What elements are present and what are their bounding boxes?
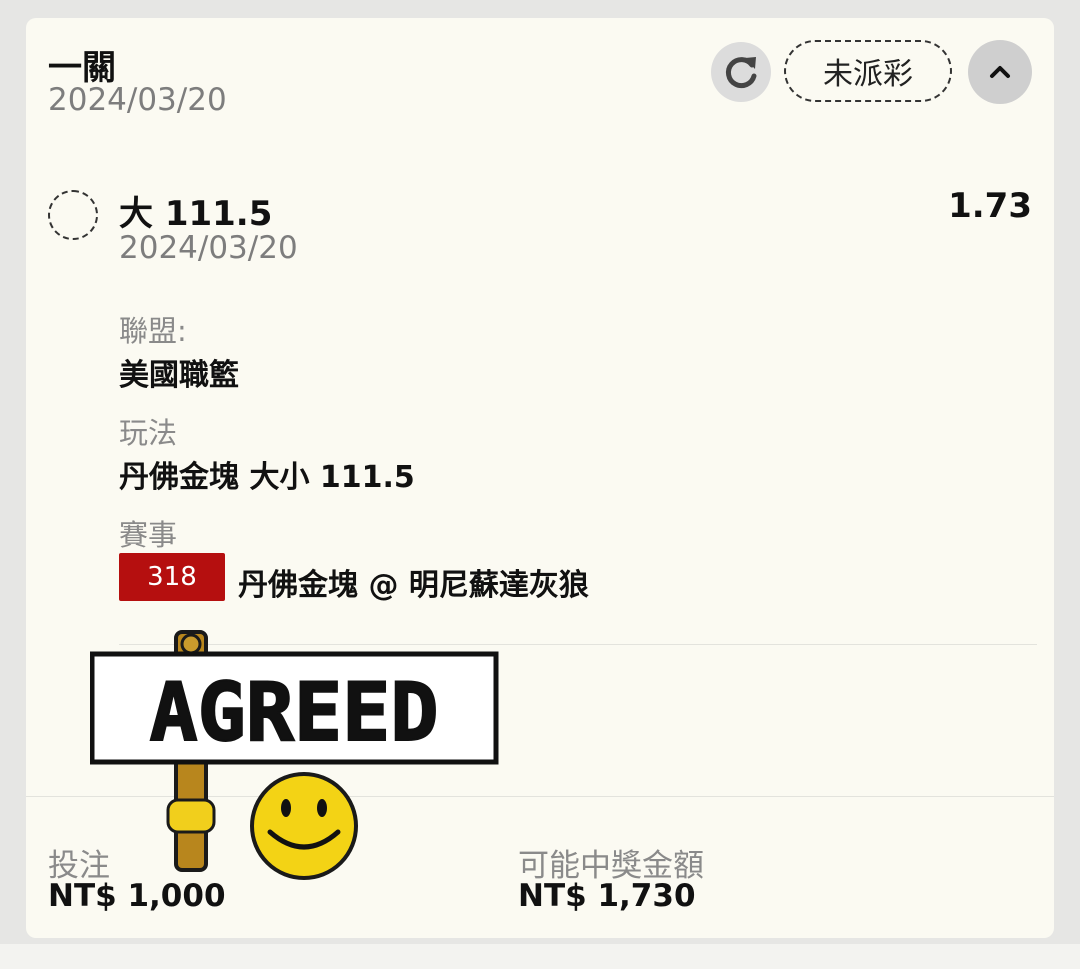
collapse-button[interactable] [968, 40, 1032, 104]
selection-name: 大 111.5 [119, 194, 273, 234]
smiley-icon [250, 772, 358, 880]
market-label: 玩法 [119, 416, 178, 450]
event-name: 丹佛金塊 @ 明尼蘇達灰狼 [238, 568, 589, 603]
sticker-text: AGREED [150, 666, 439, 759]
league-label: 聯盟: [119, 314, 187, 348]
status-badge: 未派彩 [784, 40, 952, 102]
league-value: 美國職籃 [119, 358, 239, 393]
agreed-sticker: AGREED [90, 630, 499, 880]
selection-odds: 1.73 [948, 186, 1032, 226]
refresh-icon [725, 57, 757, 89]
selection-status-icon [48, 190, 98, 240]
page-bottom-strip [0, 944, 1080, 969]
payout-value: NT$ 1,730 [518, 878, 696, 914]
market-value: 丹佛金塊 大小 111.5 [119, 460, 415, 495]
event-label: 賽事 [119, 518, 178, 552]
chevron-up-icon [990, 66, 1010, 78]
refresh-button[interactable] [711, 42, 771, 102]
event-id-badge: 318 [119, 553, 225, 601]
selection-date: 2024/03/20 [119, 230, 298, 266]
bet-date: 2024/03/20 [48, 82, 227, 118]
bet-card: 一關 2024/03/20 未派彩 大 111.5 2024/03/20 1.7… [26, 18, 1054, 938]
